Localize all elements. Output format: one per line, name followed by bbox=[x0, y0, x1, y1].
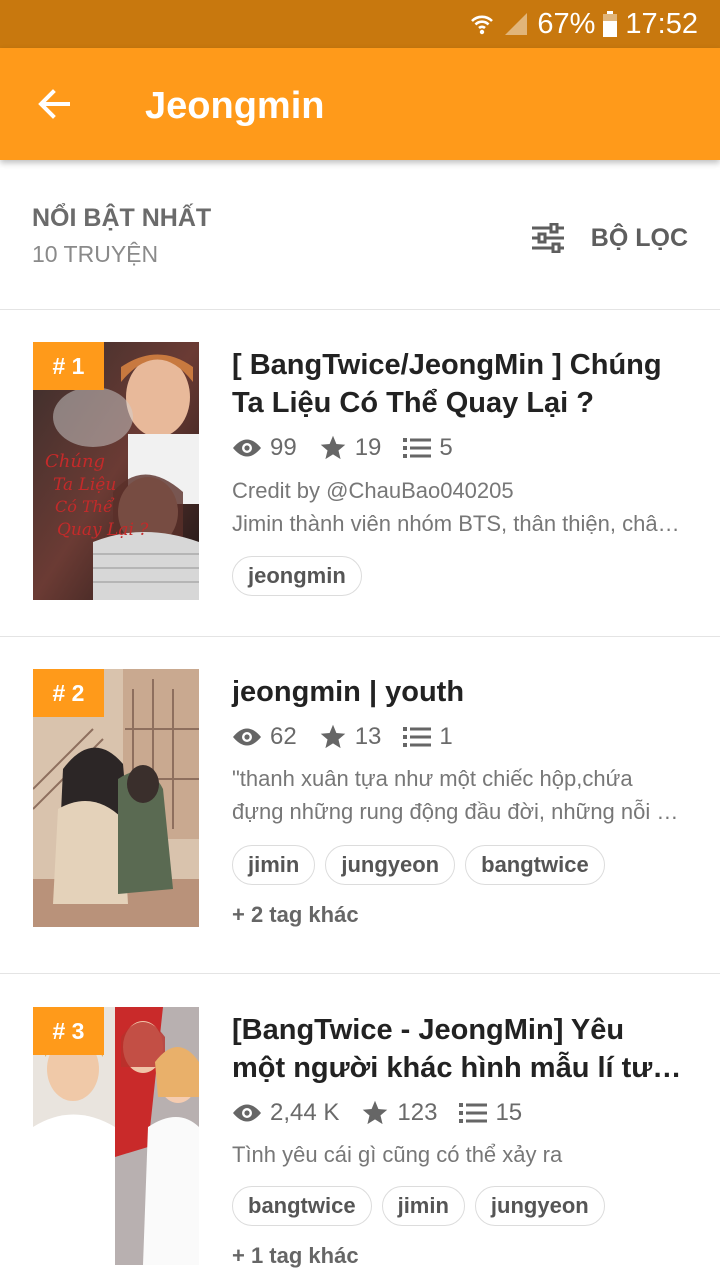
cover-text: Có Thể bbox=[55, 497, 115, 516]
parts-count: 1 bbox=[439, 723, 453, 750]
star-icon bbox=[320, 435, 345, 460]
title-line: [BangTwice - JeongMin] Yêu bbox=[232, 1014, 625, 1046]
tag-list: jimin jungyeon bangtwice bbox=[232, 845, 605, 885]
description-line: Credit by @ChauBao040205 bbox=[232, 478, 514, 503]
list-icon bbox=[403, 727, 432, 747]
story-title[interactable]: [BangTwice - JeongMin] Yêu một người khá… bbox=[232, 1011, 692, 1087]
eye-icon bbox=[233, 439, 261, 457]
tag-chip[interactable]: jimin bbox=[381, 1186, 465, 1226]
parts-stat: 1 bbox=[403, 723, 453, 751]
filter-label: BỘ LỌC bbox=[590, 223, 688, 252]
eye-icon bbox=[233, 1104, 261, 1122]
story-stats: 99 19 5 bbox=[232, 430, 475, 466]
views-stat: 2,44 K bbox=[232, 1099, 339, 1127]
story-description: "thanh xuân tựa như một chiếc hộp,chứa đ… bbox=[232, 762, 688, 828]
app-bar: Jeongmin bbox=[0, 48, 720, 160]
rank-badge: # 1 bbox=[33, 342, 104, 390]
status-icons: 67% 17:52 bbox=[469, 6, 698, 42]
title-line: [ BangTwice/JeongMin ] Chúng bbox=[232, 349, 662, 381]
tag-chip[interactable]: bangtwice bbox=[465, 845, 605, 885]
votes-count: 13 bbox=[354, 723, 382, 750]
page-title: Jeongmin bbox=[145, 85, 325, 127]
tag-list: jeongmin bbox=[232, 556, 362, 596]
cover-text: Chúng bbox=[45, 451, 105, 472]
votes-stat: 13 bbox=[319, 723, 382, 751]
back-button[interactable] bbox=[26, 76, 82, 132]
battery-percent: 67% bbox=[537, 7, 596, 40]
rank-badge: # 2 bbox=[33, 669, 104, 717]
views-count: 2,44 K bbox=[270, 1099, 340, 1126]
sort-title[interactable]: NỔI BẬT NHẤT bbox=[32, 204, 211, 233]
cover-text: Quay Lại ? bbox=[57, 520, 149, 540]
parts-count: 15 bbox=[495, 1099, 523, 1126]
description-line: đựng những rung động đầu đời, những nỗi … bbox=[232, 799, 688, 824]
filter-sliders-icon bbox=[531, 223, 564, 253]
signal-icon bbox=[503, 11, 529, 37]
status-bar: 67% 17:52 bbox=[0, 0, 720, 48]
votes-count: 123 bbox=[397, 1099, 438, 1126]
story-item[interactable]: # 2 jeongmin | youth 62 13 1 "thanh xuân… bbox=[0, 637, 720, 974]
votes-count: 19 bbox=[354, 434, 382, 461]
title-line: Ta Liệu Có Thể Quay Lại ? bbox=[232, 387, 595, 419]
star-icon bbox=[320, 724, 345, 749]
more-tags-link[interactable]: + 1 tag khác bbox=[232, 1243, 359, 1269]
tag-list: bangtwice jimin jungyeon bbox=[232, 1186, 605, 1226]
story-item[interactable]: # 3 [BangTwice - JeongMin] Yêu một người… bbox=[0, 974, 720, 1280]
story-stats: 62 13 1 bbox=[232, 719, 475, 755]
votes-stat: 123 bbox=[361, 1099, 437, 1127]
story-count: 10 TRUYỆN bbox=[32, 241, 159, 267]
title-line: jeongmin | youth bbox=[232, 676, 465, 708]
description-line: Tình yêu cái gì cũng có thể xảy ra bbox=[232, 1142, 563, 1167]
parts-stat: 15 bbox=[459, 1099, 522, 1127]
parts-count: 5 bbox=[439, 434, 453, 461]
story-description: Tình yêu cái gì cũng có thể xảy ra bbox=[232, 1138, 688, 1171]
tag-chip[interactable]: bangtwice bbox=[232, 1186, 372, 1226]
eye-icon bbox=[233, 728, 261, 746]
views-stat: 62 bbox=[232, 723, 297, 751]
clock: 17:52 bbox=[625, 7, 698, 40]
votes-stat: 19 bbox=[319, 434, 382, 462]
cover-text: Ta Liệu bbox=[53, 475, 116, 495]
views-stat: 99 bbox=[232, 434, 297, 462]
tag-chip[interactable]: jimin bbox=[232, 845, 316, 885]
views-count: 62 bbox=[270, 723, 297, 750]
story-description: Credit by @ChauBao040205 Jimin thành viê… bbox=[232, 474, 688, 540]
list-icon bbox=[459, 1103, 488, 1123]
star-icon bbox=[363, 1100, 388, 1125]
filter-button[interactable]: BỘ LỌC bbox=[531, 218, 688, 258]
description-line: "thanh xuân tựa như một chiếc hộp,chứa bbox=[232, 766, 633, 791]
rank-badge: # 3 bbox=[33, 1007, 104, 1055]
tag-chip[interactable]: jungyeon bbox=[474, 1186, 605, 1226]
story-title[interactable]: [ BangTwice/JeongMin ] Chúng Ta Liệu Có … bbox=[232, 346, 692, 422]
battery-icon bbox=[603, 11, 618, 37]
views-count: 99 bbox=[270, 434, 297, 461]
list-icon bbox=[403, 438, 432, 458]
tag-chip[interactable]: jeongmin bbox=[232, 556, 362, 596]
story-stats: 2,44 K 123 15 bbox=[232, 1095, 544, 1131]
title-line: một người khác hình mẫu lí tưởng bbox=[232, 1052, 692, 1084]
sort-bar: NỔI BẬT NHẤT 10 TRUYỆN BỘ LỌC bbox=[0, 160, 720, 310]
story-item[interactable]: # 1 Chúng Ta Liệu Có Thể Quay Lại ? [Ba… bbox=[0, 310, 720, 637]
tag-chip[interactable]: jungyeon bbox=[325, 845, 456, 885]
more-tags-link[interactable]: + 2 tag khác bbox=[232, 902, 359, 928]
story-title[interactable]: jeongmin | youth bbox=[232, 673, 692, 711]
back-arrow-icon bbox=[38, 89, 70, 119]
description-line: Jimin thành viên nhóm BTS, thân thiện, c… bbox=[232, 511, 688, 536]
wifi-icon bbox=[469, 11, 495, 37]
parts-stat: 5 bbox=[403, 434, 453, 462]
